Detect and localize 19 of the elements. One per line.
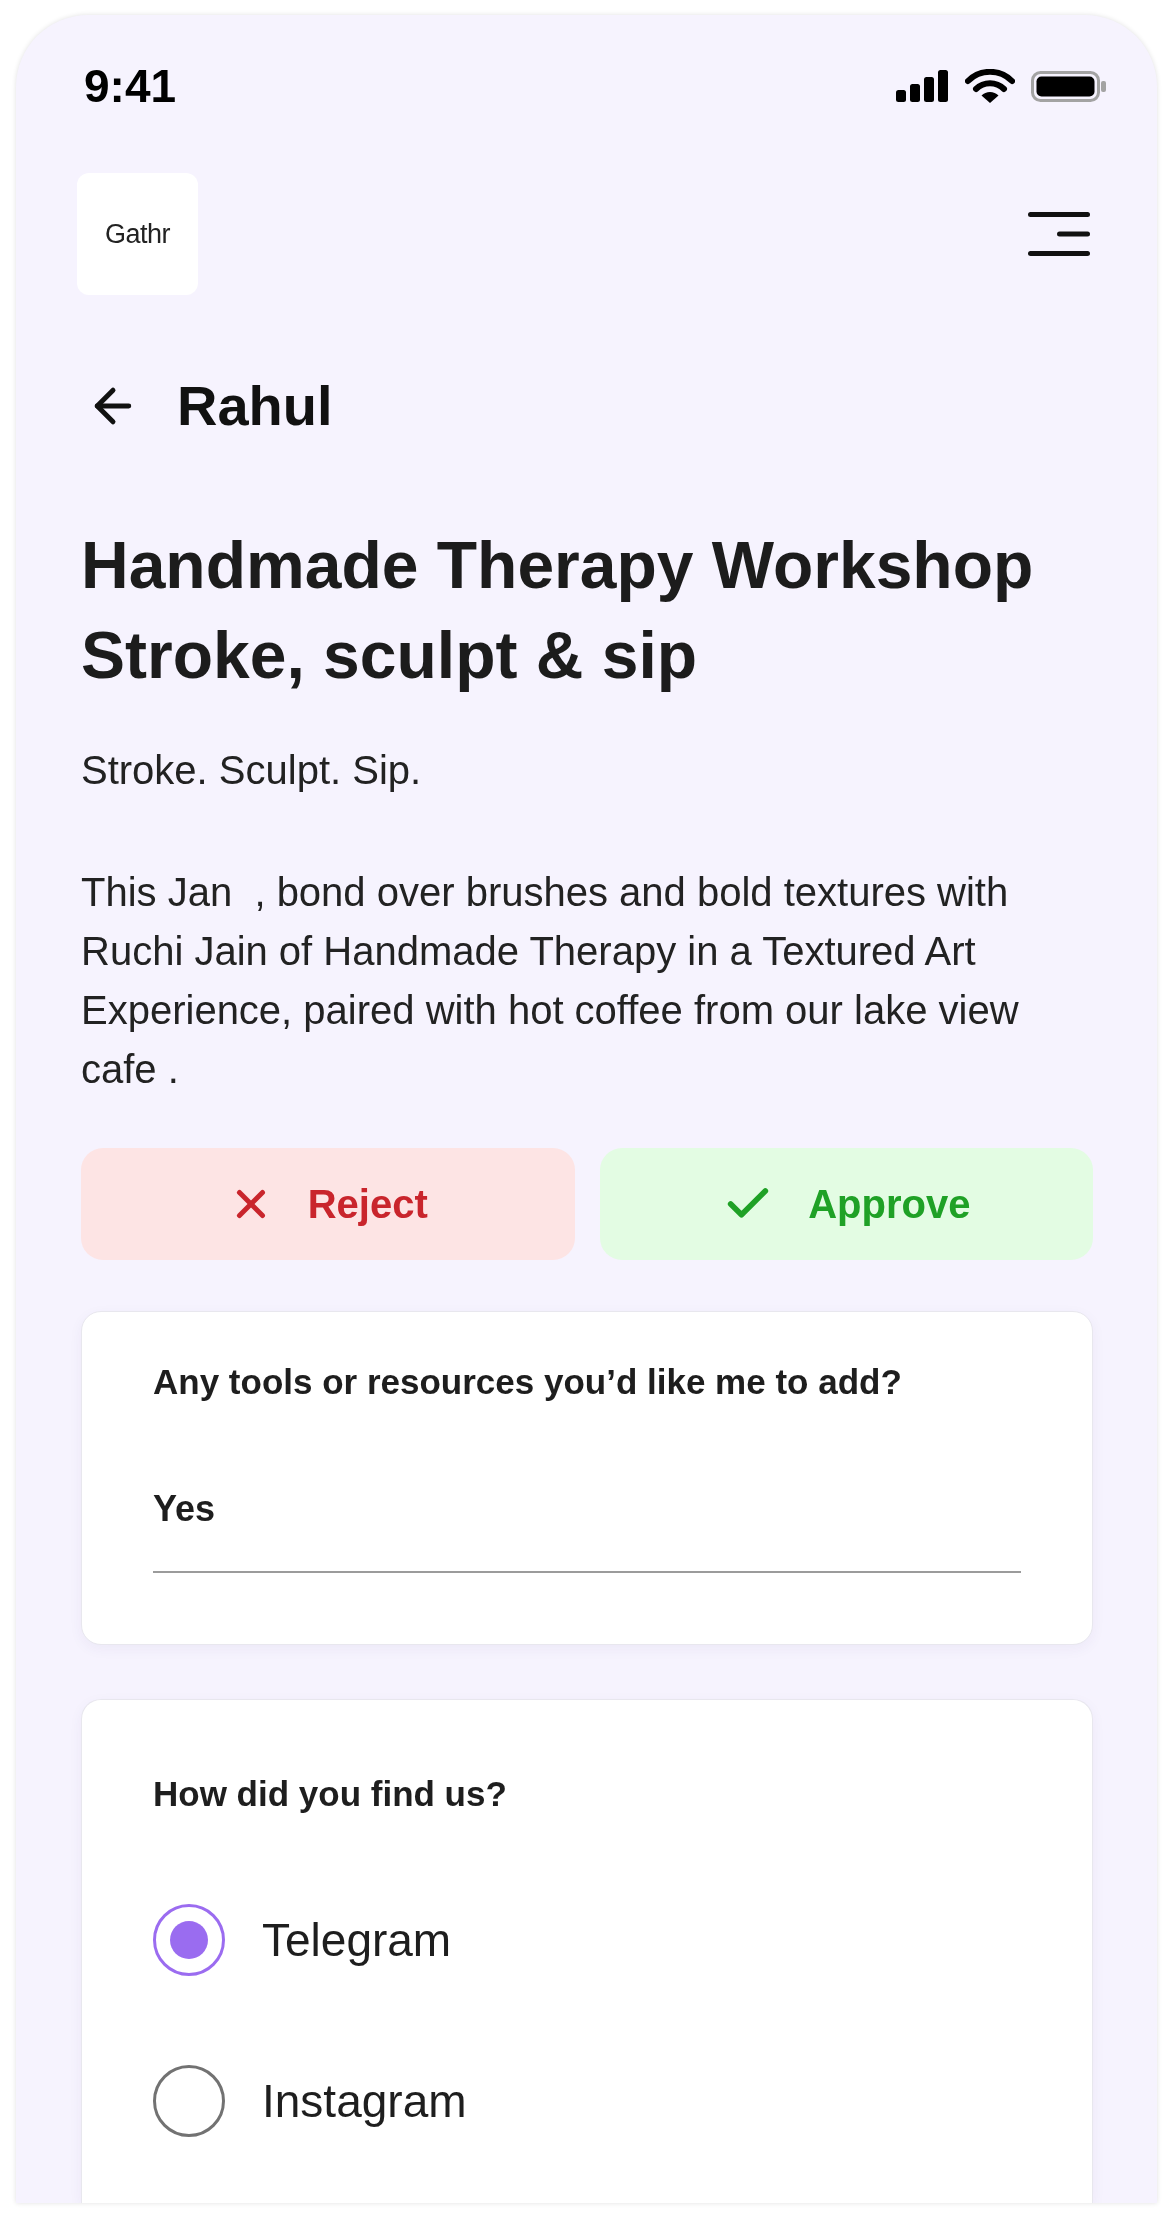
- logo[interactable]: Gathr: [77, 173, 198, 295]
- radio-button[interactable]: [153, 1904, 225, 1976]
- menu-icon: [1028, 212, 1090, 256]
- event-description: This Jan , bond over brushes and bold textures with Ruchi Jain of Handmade Therapy in a Textured Art Experience, paired with hot coffee from our lake view cafe .: [81, 869, 1020, 1093]
- option-label[interactable]: Telegram: [262, 1912, 452, 1968]
- answer-field[interactable]: Yes: [153, 1488, 1021, 1573]
- status-time: 9:41: [84, 63, 177, 109]
- question-text: Any tools or resources you’d like me to add?: [153, 1361, 903, 1403]
- reject-button[interactable]: Reject: [81, 1148, 575, 1260]
- option-label[interactable]: Instagram: [262, 2073, 467, 2129]
- menu-button[interactable]: [1028, 212, 1090, 256]
- contact-name: Rahul: [177, 378, 333, 434]
- signal-icon: [896, 70, 949, 102]
- wifi-icon: [965, 69, 1015, 103]
- event-title: Handmade Therapy Workshop Stroke, sculpt & sip: [81, 527, 1035, 694]
- radio-button[interactable]: [153, 2065, 225, 2137]
- question-text: How did you find us?: [153, 1773, 508, 1815]
- event-tagline: Stroke. Sculpt. Sip.: [81, 747, 423, 793]
- battery-icon: [1031, 70, 1106, 102]
